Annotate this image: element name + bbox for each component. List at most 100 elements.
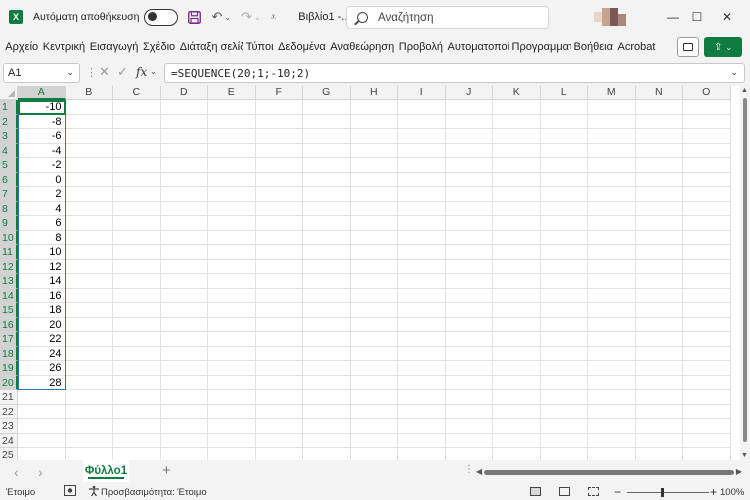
cell-o14[interactable] xyxy=(683,288,731,303)
cell-h5[interactable] xyxy=(350,158,398,173)
cell-h24[interactable] xyxy=(350,433,398,448)
cell-c18[interactable] xyxy=(113,346,161,361)
cell-d13[interactable] xyxy=(160,274,208,289)
cell-e9[interactable] xyxy=(208,216,256,231)
cell-j22[interactable] xyxy=(445,404,493,419)
cell-g17[interactable] xyxy=(303,332,351,347)
cell-m2[interactable] xyxy=(588,114,636,129)
cell-k21[interactable] xyxy=(493,390,541,405)
cell-o11[interactable] xyxy=(683,245,731,260)
cell-d21[interactable] xyxy=(160,390,208,405)
cell-e7[interactable] xyxy=(208,187,256,202)
cell-d25[interactable] xyxy=(161,448,208,460)
cell-o19[interactable] xyxy=(683,361,731,376)
cell-l19[interactable] xyxy=(540,361,588,376)
cell-d1[interactable] xyxy=(160,100,208,115)
column-header-b[interactable]: B xyxy=(65,86,113,100)
cell-h21[interactable] xyxy=(350,390,398,405)
row-header-24[interactable]: 24 xyxy=(0,433,18,448)
column-header-i[interactable]: I xyxy=(398,86,446,100)
cell-d18[interactable] xyxy=(160,346,208,361)
cell-n10[interactable] xyxy=(635,230,683,245)
cell-f11[interactable] xyxy=(255,245,303,260)
cell-l11[interactable] xyxy=(540,245,588,260)
cell-b12[interactable] xyxy=(65,259,113,274)
cell-j5[interactable] xyxy=(445,158,493,173)
avatar[interactable] xyxy=(594,8,636,26)
cell-h2[interactable] xyxy=(350,114,398,129)
cell-i6[interactable] xyxy=(398,172,446,187)
cell-b16[interactable] xyxy=(65,317,113,332)
cell-k17[interactable] xyxy=(493,332,541,347)
cell-g14[interactable] xyxy=(303,288,351,303)
cell-a9[interactable]: 6 xyxy=(18,216,66,231)
cell-e23[interactable] xyxy=(208,419,256,434)
cell-o20[interactable] xyxy=(683,375,731,390)
cell-c14[interactable] xyxy=(113,288,161,303)
cell-k11[interactable] xyxy=(493,245,541,260)
cell-i19[interactable] xyxy=(398,361,446,376)
cell-n18[interactable] xyxy=(635,346,683,361)
cell-g6[interactable] xyxy=(303,172,351,187)
cell-i24[interactable] xyxy=(398,433,446,448)
cell-c12[interactable] xyxy=(113,259,161,274)
cell-o18[interactable] xyxy=(683,346,731,361)
cell-k19[interactable] xyxy=(493,361,541,376)
cell-d23[interactable] xyxy=(160,419,208,434)
cell-k3[interactable] xyxy=(493,129,541,144)
cell-i4[interactable] xyxy=(398,143,446,158)
cell-l25[interactable] xyxy=(541,448,588,460)
cell-i1[interactable] xyxy=(398,100,446,115)
cell-b10[interactable] xyxy=(65,230,113,245)
tab-home[interactable]: Κεντρική xyxy=(40,41,87,53)
cell-o6[interactable] xyxy=(683,172,731,187)
cancel-icon[interactable]: ✕ xyxy=(99,64,110,80)
cell-h11[interactable] xyxy=(350,245,398,260)
share-button[interactable]: ⇪ ⌄ xyxy=(704,37,742,57)
cell-i17[interactable] xyxy=(398,332,446,347)
cell-a13[interactable]: 14 xyxy=(18,274,66,289)
row-header-14[interactable]: 14 xyxy=(0,288,18,303)
cell-b9[interactable] xyxy=(65,216,113,231)
cell-i10[interactable] xyxy=(398,230,446,245)
cell-c24[interactable] xyxy=(113,433,161,448)
cell-h25[interactable] xyxy=(351,448,398,460)
column-header-e[interactable]: E xyxy=(208,86,256,100)
cell-l7[interactable] xyxy=(540,187,588,202)
page-layout-view-icon[interactable] xyxy=(559,487,570,496)
autosave-toggle[interactable] xyxy=(144,8,179,26)
cell-b6[interactable] xyxy=(65,172,113,187)
cell-i14[interactable] xyxy=(398,288,446,303)
cell-m11[interactable] xyxy=(588,245,636,260)
worksheet-grid[interactable]: A B C D E F G H I J K L M N O 1 -10 2 -8 3 -6 4 -4 5 -2 6 0 7 2 8 4 9 6 1… xyxy=(0,86,750,460)
cell-o10[interactable] xyxy=(683,230,731,245)
cell-h7[interactable] xyxy=(350,187,398,202)
tab-view[interactable]: Προβολή xyxy=(396,41,445,53)
cell-k1[interactable] xyxy=(493,100,541,115)
cell-g3[interactable] xyxy=(303,129,351,144)
cell-a11[interactable]: 10 xyxy=(18,245,66,260)
cell-h22[interactable] xyxy=(350,404,398,419)
prev-sheet-icon[interactable]: ‹ xyxy=(14,464,19,480)
cell-l14[interactable] xyxy=(540,288,588,303)
cell-f10[interactable] xyxy=(255,230,303,245)
cell-k13[interactable] xyxy=(493,274,541,289)
cell-d16[interactable] xyxy=(160,317,208,332)
cell-c13[interactable] xyxy=(113,274,161,289)
accessibility-status[interactable]: Προσβασιμότητα: Έτοιμο xyxy=(101,487,207,498)
cell-l9[interactable] xyxy=(540,216,588,231)
cell-k20[interactable] xyxy=(493,375,541,390)
cell-i9[interactable] xyxy=(398,216,446,231)
cell-m4[interactable] xyxy=(588,143,636,158)
cell-g16[interactable] xyxy=(303,317,351,332)
row-header-4[interactable]: 4 xyxy=(0,143,18,158)
cell-n11[interactable] xyxy=(635,245,683,260)
cell-c1[interactable] xyxy=(113,100,161,115)
cell-k15[interactable] xyxy=(493,303,541,318)
cell-f25[interactable] xyxy=(256,448,303,460)
cell-g22[interactable] xyxy=(303,404,351,419)
cell-c9[interactable] xyxy=(113,216,161,231)
cell-c22[interactable] xyxy=(113,404,161,419)
column-header-f[interactable]: F xyxy=(255,86,303,100)
scroll-up-icon[interactable]: ▲ xyxy=(741,87,748,94)
